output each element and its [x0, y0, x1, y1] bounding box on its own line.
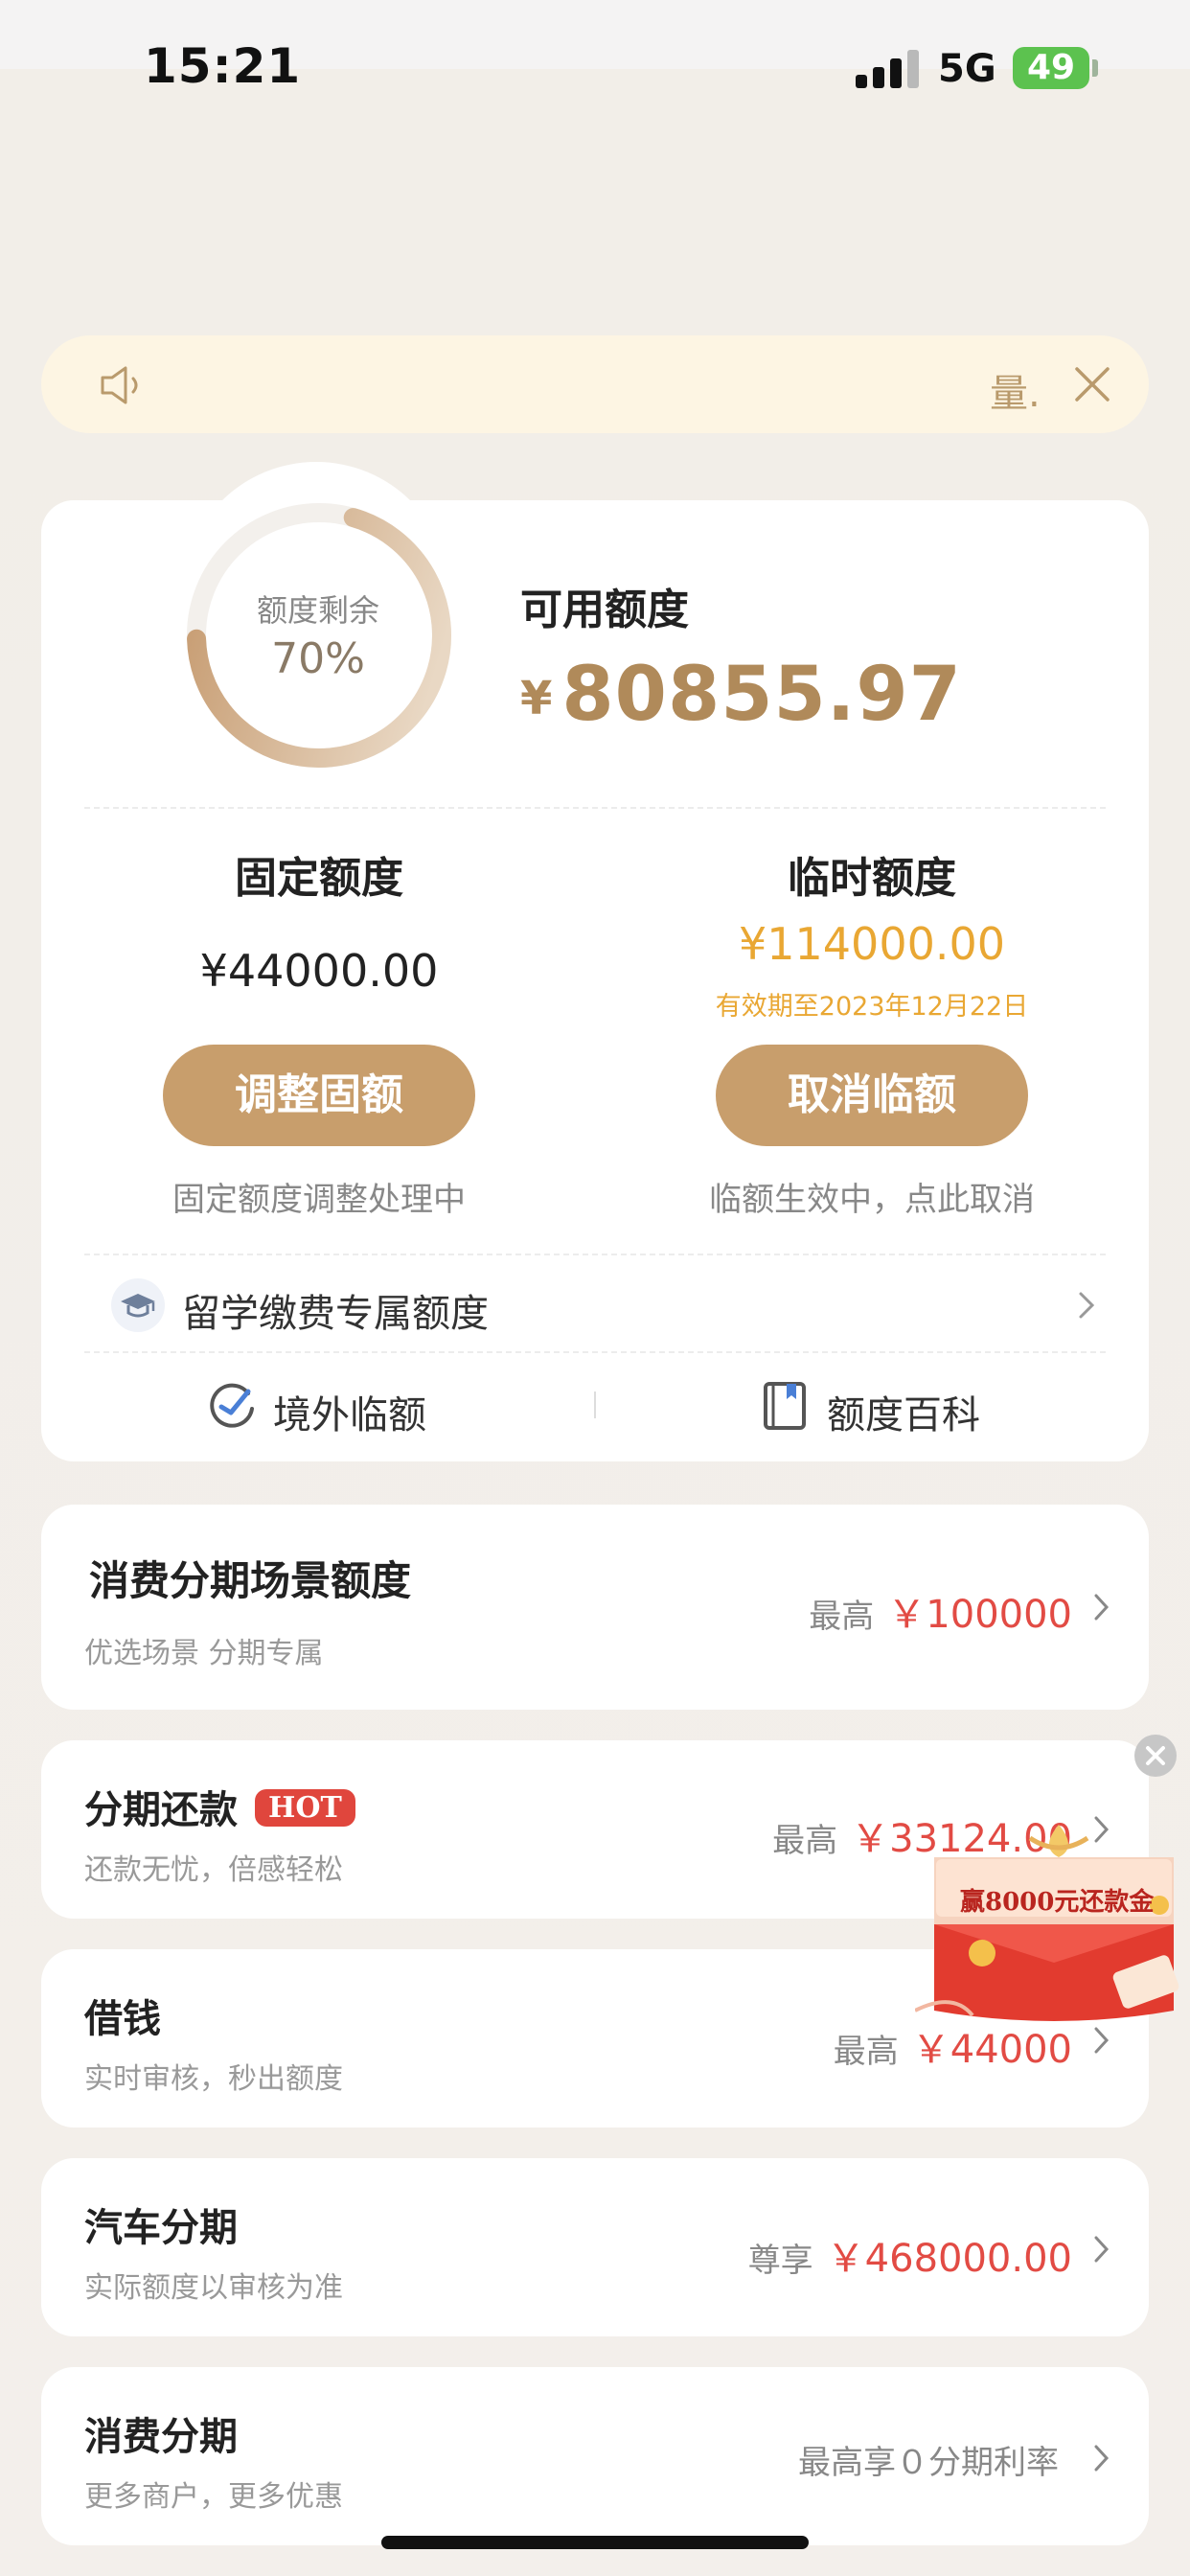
divider — [84, 1254, 1106, 1255]
card-subtitle: 还款无忧，倍感轻松 — [84, 1853, 343, 1887]
car-installment-card[interactable]: 汽车分期 实际额度以审核为准 尊享 ￥468000.00 — [41, 2158, 1149, 2336]
card-title: 消费分期 — [84, 2415, 238, 2459]
card-limit: 最高享０分期利率 — [798, 2436, 1072, 2483]
available-credit-amount: ¥80855.97 — [520, 652, 962, 738]
scene-installment-card[interactable]: 消费分期场景额度 优选场景 分期专属 最高 ￥100000 — [41, 1505, 1149, 1710]
chevron-right-icon — [1079, 1292, 1095, 1319]
battery-level: 49 — [1026, 48, 1076, 87]
chevron-right-icon — [1094, 1594, 1110, 1621]
card-limit: 尊享 ￥468000.00 — [748, 2227, 1072, 2283]
fixed-limit-title: 固定额度 — [235, 854, 403, 903]
hot-badge: HOT — [255, 1789, 355, 1827]
overseas-temp-limit-label: 境外临额 — [273, 1393, 426, 1438]
ring-label: 额度剩余 — [256, 592, 379, 629]
chevron-right-icon — [1094, 2236, 1110, 2263]
limit-amount: ￥100000 — [887, 1593, 1072, 1637]
speaker-icon — [101, 366, 138, 404]
adjust-fixed-limit-button[interactable]: 调整固额 — [163, 1045, 475, 1146]
limit-prefix: 最高 — [809, 1598, 875, 1636]
divider — [84, 807, 1106, 809]
card-title-text: 分期还款 — [84, 1788, 238, 1832]
promo-text: 赢8000元还款金 — [960, 1888, 1155, 1917]
card-limit: 最高 ￥100000 — [809, 1583, 1072, 1639]
battery-tip — [1092, 59, 1098, 77]
notice-bar[interactable]: 量. — [41, 335, 1149, 433]
available-amount-value: 80855.97 — [561, 652, 962, 738]
close-icon — [1146, 1746, 1165, 1765]
close-icon[interactable] — [1072, 364, 1112, 404]
limit-prefix: 最高 — [772, 1822, 838, 1860]
card-subtitle: 优选场景 分期专属 — [84, 1637, 324, 1670]
credit-encyclopedia-link[interactable]: 额度百科 — [760, 1374, 1009, 1441]
currency-symbol: ¥ — [520, 672, 553, 725]
temp-limit-note[interactable]: 临额生效中，点此取消 — [671, 1173, 1073, 1220]
notice-text: 量. — [990, 372, 1038, 416]
ring-percent: 70% — [271, 634, 365, 683]
card-title: 分期还款 HOT — [84, 1779, 355, 1834]
card-subtitle: 实时审核，秒出额度 — [84, 2062, 343, 2096]
temp-limit-amount: ¥114000.00 — [738, 918, 1006, 970]
graduation-cap-icon — [111, 1278, 165, 1332]
available-credit-title: 可用额度 — [520, 586, 689, 634]
vertical-divider — [594, 1392, 596, 1418]
study-abroad-label: 留学缴费专属额度 — [182, 1292, 489, 1336]
chevron-right-icon — [1094, 2445, 1110, 2472]
signal-icon — [856, 48, 919, 88]
fixed-limit-note: 固定额度调整处理中 — [172, 1181, 466, 1219]
consumer-installment-card[interactable]: 消费分期 更多商户，更多优惠 最高享０分期利率 — [41, 2367, 1149, 2545]
card-title: 汽车分期 — [84, 2206, 238, 2250]
status-time: 15:21 — [144, 38, 302, 94]
overseas-temp-limit-link[interactable]: 境外临额 — [206, 1374, 455, 1441]
card-title: 借钱 — [84, 1997, 161, 2041]
card-subtitle: 更多商户，更多优惠 — [84, 2480, 343, 2514]
red-envelope-promo-icon[interactable] — [915, 1819, 1183, 2032]
network-type: 5G — [938, 47, 996, 91]
limit-prefix: 最高享０分期利率 — [798, 2444, 1059, 2482]
study-abroad-limit-row[interactable]: 留学缴费专属额度 — [84, 1257, 1106, 1353]
home-indicator — [381, 2536, 809, 2549]
divider — [84, 1351, 1106, 1353]
temp-limit-title: 临时额度 — [788, 854, 956, 903]
limit-prefix: 最高 — [833, 2033, 899, 2071]
card-title: 消费分期场景额度 — [89, 1557, 412, 1604]
card-subtitle: 实际额度以审核为准 — [84, 2271, 343, 2305]
fixed-limit-amount: ¥44000.00 — [199, 945, 439, 997]
limit-prefix: 尊享 — [747, 2242, 813, 2280]
battery-icon: 49 — [1013, 47, 1089, 89]
temp-limit-valid-until: 有效期至2023年12月22日 — [715, 992, 1029, 1022]
credit-encyclopedia-label: 额度百科 — [827, 1393, 980, 1438]
promo-close-button[interactable] — [1134, 1735, 1177, 1777]
limit-amount: ￥44000 — [911, 2028, 1072, 2072]
cancel-temp-limit-button[interactable]: 取消临额 — [716, 1045, 1028, 1146]
limit-amount: ￥468000.00 — [826, 2237, 1072, 2281]
plane-globe-icon — [210, 1383, 254, 1428]
book-icon — [764, 1382, 806, 1430]
